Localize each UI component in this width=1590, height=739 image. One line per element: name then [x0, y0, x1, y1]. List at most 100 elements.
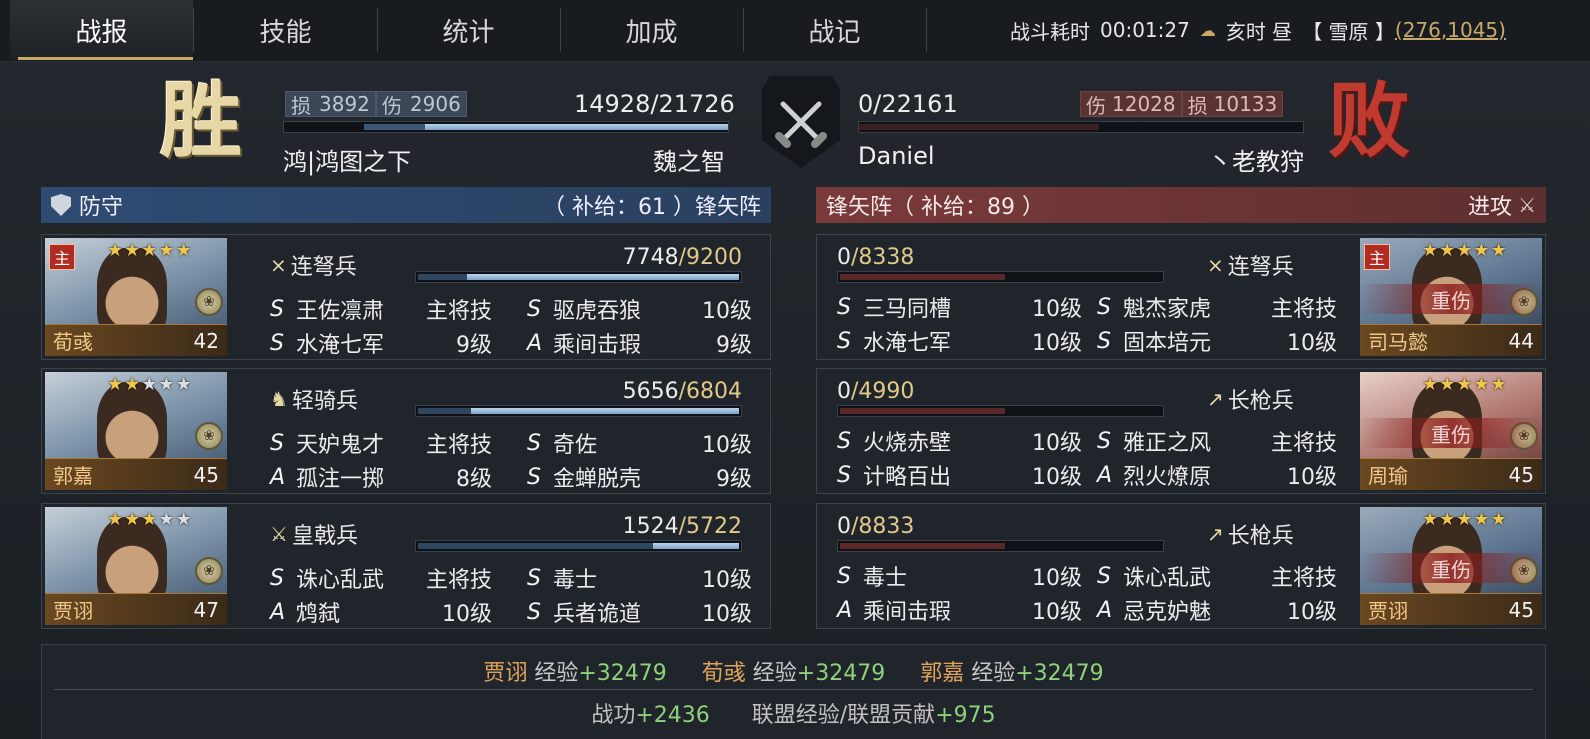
tab-battle-log[interactable]: 战记 — [743, 0, 926, 60]
unit-type: ⚔ 皇戟兵 — [270, 518, 358, 550]
star-icon: ★ — [175, 240, 193, 261]
left-total-troops: 14928/21726 — [574, 90, 735, 118]
merit-value: +2436 — [635, 703, 710, 728]
skill[interactable]: S 奇佐 — [527, 427, 597, 459]
footer-divider — [54, 689, 1533, 690]
skill-name: 天妒鬼才 — [296, 433, 385, 458]
general-nameplate: 贾诩 47 — [45, 593, 227, 625]
skill[interactable]: A 乘间击瑕 — [837, 594, 951, 626]
general-troops: 7748/9200 — [623, 245, 742, 270]
tab-skills[interactable]: 技能 — [194, 0, 377, 60]
skill[interactable]: A 孤注一掷 — [270, 461, 384, 493]
skill-level: 9级 — [716, 333, 752, 358]
skill-name: 雅正之风 — [1123, 431, 1212, 456]
skill-level: 主将技 — [425, 299, 492, 324]
skill-grade: S — [1097, 294, 1111, 320]
general-portrait[interactable]: ★★★★★主❀重伤司马懿44 — [1360, 238, 1542, 356]
skill[interactable]: S 毒士 — [527, 562, 597, 594]
left-alliance: 鸿|鸿图之下 — [283, 148, 412, 176]
unit-type: ♞ 轻骑兵 — [270, 383, 358, 415]
left-player-name: 魏之智 — [653, 148, 725, 176]
skill-name: 计略百出 — [863, 465, 952, 490]
skill[interactable]: A 忌克妒魅 — [1097, 594, 1211, 626]
troop-bar — [837, 271, 1164, 283]
tab-statistics[interactable]: 统计 — [377, 0, 560, 60]
skill[interactable]: A 烈火燎原 — [1097, 459, 1211, 491]
general-portrait[interactable]: ★★★★★❀重伤周瑜45 — [1360, 372, 1542, 490]
general-row[interactable]: ★★★★★ ❀ 郭嘉 45 ♞ 轻骑兵 5656/6804 S 天妒鬼才 主将技 S 奇佐 10级 A 孤注… — [41, 368, 771, 494]
star-rating: ★★★★★ — [107, 509, 193, 530]
exp-value: +32479 — [796, 661, 886, 686]
skill[interactable]: A 鸩弑 — [270, 596, 340, 628]
skill[interactable]: S 固本培元 — [1097, 325, 1211, 357]
unit-icon: ↗ — [1207, 387, 1224, 411]
skill-name: 乘间击瑕 — [553, 333, 642, 358]
skill[interactable]: S 水淹七军 — [270, 327, 384, 359]
skill-name: 烈火燎原 — [1123, 465, 1212, 490]
general-level: 44 — [1508, 328, 1534, 353]
star-icon: ★ — [141, 509, 159, 530]
general-row[interactable]: ★★★★★ ❀ 贾诩 47 ⚔ 皇戟兵 1524/5722 S 诛心乱武 主将技 S 毒士 10级 A 鸩弑… — [41, 503, 771, 629]
skill-name: 兵者诡道 — [553, 602, 642, 627]
star-icon: ★ — [158, 509, 176, 530]
skill-level: 10级 — [1032, 600, 1082, 625]
star-icon: ★ — [141, 240, 159, 261]
star-icon: ★ — [1439, 509, 1457, 530]
skill[interactable]: S 火烧赤壁 — [837, 425, 951, 457]
star-icon: ★ — [1439, 374, 1457, 395]
skill[interactable]: A 乘间击瑕 — [527, 327, 641, 359]
sword-icon: ⚔ — [1518, 193, 1536, 217]
general-level: 45 — [193, 462, 219, 487]
troops-max: /8338 — [851, 245, 915, 270]
general-row[interactable]: ★★★★★主❀重伤司马懿44⨯连弩兵0/8338S三马同槽10级S魁杰家虎主将技… — [816, 234, 1546, 360]
skill[interactable]: S 天妒鬼才 — [270, 427, 384, 459]
star-icon: ★ — [107, 374, 125, 395]
skill-grade: A — [270, 599, 286, 625]
skill-name: 三马同槽 — [863, 297, 952, 322]
general-row[interactable]: ★★★★★ 主 ❀ 荀彧 42 ⨯ 连弩兵 7748/9200 S 王佐凛肃 主将技 S 驱虎吞狼 10级… — [41, 234, 771, 360]
terrain: 【 雪原 】 — [1302, 19, 1395, 44]
coordinates-link[interactable]: (276,1045) — [1395, 18, 1506, 42]
skill[interactable]: S 三马同槽 — [837, 291, 951, 323]
right-troop-bar — [858, 121, 1304, 133]
skill[interactable]: S 诛心乱武 — [1097, 560, 1211, 592]
seal-icon: ❀ — [195, 557, 223, 585]
right-troops-current: 0 — [858, 90, 874, 118]
general-level: 45 — [1508, 597, 1534, 622]
general-portrait[interactable]: ★★★★★ ❀ 郭嘉 45 — [45, 372, 227, 490]
skill-name: 固本培元 — [1123, 331, 1212, 356]
star-icon: ★ — [1439, 240, 1457, 261]
skill[interactable]: S 魁杰家虎 — [1097, 291, 1211, 323]
general-portrait[interactable]: ★★★★★❀重伤贾诩45 — [1360, 507, 1542, 625]
skill-name: 王佐凛肃 — [296, 299, 385, 324]
tab-bonuses[interactable]: 加成 — [560, 0, 743, 60]
skill[interactable]: S 计略百出 — [837, 459, 951, 491]
skill-grade: S — [837, 328, 851, 354]
battle-info: 战斗耗时 00:01:27 ☁ 亥时 昼 【 雪原 】 (276,1045) — [1010, 0, 1506, 60]
skill-grade: S — [1097, 563, 1111, 589]
general-name: 周瑜 — [1368, 464, 1408, 488]
skill-grade: A — [1097, 462, 1113, 488]
tab-battle-report[interactable]: 战报 — [10, 0, 193, 60]
skill[interactable]: S 兵者诡道 — [527, 596, 641, 628]
general-portrait[interactable]: ★★★★★ ❀ 贾诩 47 — [45, 507, 227, 625]
skill-grade: S — [527, 296, 541, 322]
skill[interactable]: S 毒士 — [837, 560, 907, 592]
skill-level: 10级 — [702, 568, 752, 593]
right-stats: 伤 12028 损 10133 — [1080, 91, 1284, 118]
skill[interactable]: S 驱虎吞狼 — [527, 293, 641, 325]
skill[interactable]: S 金蝉脱壳 — [527, 461, 641, 493]
general-row[interactable]: ★★★★★❀重伤贾诩45↗长枪兵0/8833S毒士10级S诛心乱武主将技A乘间击… — [816, 503, 1546, 629]
skill[interactable]: S 水淹七军 — [837, 325, 951, 357]
skill[interactable]: S 诛心乱武 — [270, 562, 384, 594]
troop-bar-fill — [840, 543, 1005, 549]
skill-name: 奇佐 — [553, 433, 598, 458]
skill-grade: S — [527, 430, 541, 456]
general-portrait[interactable]: ★★★★★ 主 ❀ 荀彧 42 — [45, 238, 227, 356]
skill-grade: S — [270, 330, 284, 356]
general-troops: 5656/6804 — [623, 379, 742, 404]
general-row[interactable]: ★★★★★❀重伤周瑜45↗长枪兵0/4990S火烧赤壁10级S雅正之风主将技S计… — [816, 368, 1546, 494]
skill[interactable]: S 雅正之风 — [1097, 425, 1211, 457]
skill[interactable]: S 王佐凛肃 — [270, 293, 384, 325]
right-stance: 进攻 — [1468, 195, 1513, 220]
